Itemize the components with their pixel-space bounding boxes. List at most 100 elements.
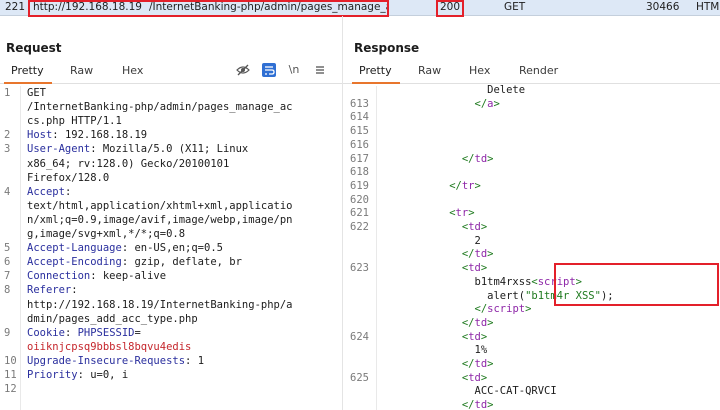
- request-tab-hex[interactable]: Hex: [122, 64, 143, 77]
- request-code-line: Connection: keep-alive: [27, 270, 166, 282]
- request-line-number: 9: [4, 326, 11, 339]
- request-code-token: http://192.168.18.19/InternetBanking-php…: [27, 298, 293, 311]
- response-code-token: b1tm4rxss: [386, 275, 532, 288]
- response-code-token: >: [480, 330, 488, 343]
- request-code-line: x86_64; rv:128.0) Gecko/20100101: [27, 158, 229, 170]
- request-code-line: n/xml;q=0.9,image/avif,image/webp,image/…: [27, 214, 293, 226]
- request-code-token: : u=0, i: [77, 369, 129, 381]
- request-line-number: 5: [4, 242, 11, 255]
- response-code-token: >: [487, 399, 494, 410]
- request-code-token: :: [64, 326, 78, 339]
- response-code-token: </: [386, 303, 488, 316]
- request-code-token: Connection: [27, 270, 91, 283]
- status-highlight-box: [436, 0, 464, 17]
- response-code-token: >: [493, 97, 500, 110]
- request-code-line: http://192.168.18.19/InternetBanking-php…: [27, 299, 293, 311]
- response-code-token: </: [386, 179, 462, 192]
- request-code-token: cs.php HTTP/1.1: [27, 115, 122, 128]
- response-code-line: </td>: [386, 399, 494, 410]
- request-line-number: 10: [4, 354, 17, 367]
- request-editor[interactable]: GET/InternetBanking-php/admin/pages_mana…: [27, 86, 341, 410]
- response-code-token: tr: [455, 207, 469, 220]
- newline-toggle-icon[interactable]: \n: [287, 63, 301, 77]
- request-code-token: n/xml;q=0.9,image/avif,image/webp,image/…: [27, 213, 293, 226]
- request-code-line: Firefox/128.0: [27, 172, 109, 184]
- response-code-token: >: [468, 207, 475, 220]
- response-code-line: <tr>: [386, 207, 475, 220]
- response-code-token: <: [386, 330, 469, 343]
- response-editor[interactable]: Delete </a> </td> </tr> <tr> <td> 2 </td…: [386, 84, 720, 410]
- response-code-line: </tr>: [386, 180, 481, 192]
- response-code-token: >: [487, 248, 494, 261]
- request-code-token: dmin/pages_add_acc_type.php: [27, 312, 198, 325]
- request-code-token: Accept-Language: [27, 242, 122, 255]
- response-line-number: 620: [350, 193, 369, 206]
- response-code-line: b1tm4rxss<script>: [386, 275, 583, 288]
- request-code-token: Firefox/128.0: [27, 171, 110, 184]
- request-code-line: /InternetBanking-php/admin/pages_manage_…: [27, 101, 293, 113]
- request-code-token: Priority: [27, 369, 78, 381]
- request-code-token: Cookie: [27, 326, 65, 339]
- request-code-token: : 192.168.18.19: [52, 129, 148, 142]
- response-tab-pretty[interactable]: Pretty: [359, 64, 392, 77]
- response-line-number: 613: [350, 97, 369, 110]
- xss-payload-highlight-box: [554, 263, 719, 306]
- request-line-number: 8: [4, 284, 11, 297]
- request-tab-pretty[interactable]: Pretty: [11, 64, 44, 77]
- response-code-token: <: [386, 262, 469, 275]
- request-code-token: =: [134, 326, 141, 339]
- response-code-token: td: [474, 152, 488, 165]
- request-tab-raw[interactable]: Raw: [70, 64, 93, 77]
- response-code-token: script: [487, 303, 526, 316]
- request-code-line: Referer:: [27, 284, 78, 296]
- response-code-line: </script>: [386, 303, 532, 316]
- request-line-numbers: 1 2 3 4 5 6 7 8 9 10 11 12: [0, 86, 20, 410]
- request-line-number: 1: [4, 87, 11, 99]
- response-code-token: </: [386, 97, 488, 110]
- response-code-token: 2: [386, 234, 481, 247]
- response-code-token: </: [386, 316, 475, 329]
- request-code-line: Accept-Language: en-US,en;q=0.5: [27, 242, 223, 254]
- request-line-number: 4: [4, 185, 11, 198]
- request-code-line: dmin/pages_add_acc_type.php: [27, 313, 198, 325]
- request-code-token: GET: [27, 87, 46, 99]
- eye-slash-icon[interactable]: [236, 63, 250, 77]
- response-tab-render[interactable]: Render: [519, 64, 558, 77]
- response-code-token: td: [468, 262, 481, 275]
- request-code-line: Cookie: PHPSESSID=: [27, 327, 141, 339]
- request-line-number: 2: [4, 129, 11, 142]
- response-line-number: 615: [350, 125, 369, 138]
- request-line-number: 6: [4, 256, 11, 269]
- request-code-token: Accept-Encoding: [27, 256, 122, 269]
- response-code-token: >: [487, 358, 494, 370]
- url-highlight-box: [28, 0, 389, 17]
- request-code-token: Accept: [27, 185, 65, 198]
- request-code-line: Accept:: [27, 186, 71, 198]
- response-gutter-separator: [376, 86, 377, 410]
- response-code-token: >: [480, 262, 488, 275]
- request-code-token: : 1: [185, 354, 205, 367]
- response-code-line: ACC-CAT-QRVCI: [386, 385, 557, 397]
- response-tab-raw[interactable]: Raw: [418, 64, 441, 77]
- response-line-number: 617: [350, 152, 369, 165]
- response-code-token: tr: [461, 179, 475, 192]
- menu-icon[interactable]: [313, 63, 327, 77]
- request-code-line: text/html,application/xhtml+xml,applicat…: [27, 200, 293, 212]
- request-code-token: oiiknjcpsq9bbbsl8bqvu4edis: [27, 340, 192, 353]
- response-code-line: </td>: [386, 317, 494, 329]
- wrap-lines-icon[interactable]: [262, 63, 276, 77]
- response-line-numbers: 613 614 615 616 617 618 619 620 621 622 623 624 625: [346, 86, 376, 410]
- response-tabs: Pretty Raw Hex Render: [343, 60, 720, 84]
- request-code-token: : Mozilla/5.0 (X11; Linux: [90, 143, 249, 156]
- response-code-line: 2: [386, 235, 481, 247]
- request-code-token: text/html,application/xhtml+xml,applicat…: [27, 199, 293, 212]
- response-tab-hex[interactable]: Hex: [469, 64, 490, 77]
- history-row-method: GET: [504, 1, 526, 13]
- response-code-token: <: [386, 221, 469, 233]
- response-code-token: <: [386, 207, 456, 220]
- response-code-token: td: [468, 330, 481, 343]
- response-line-number: 624: [350, 330, 369, 343]
- response-panel-title: Response: [354, 41, 420, 55]
- history-row[interactable]: 221 http://192.168.18.19 /InternetBankin…: [0, 0, 720, 17]
- response-code-token: 1%: [386, 344, 488, 357]
